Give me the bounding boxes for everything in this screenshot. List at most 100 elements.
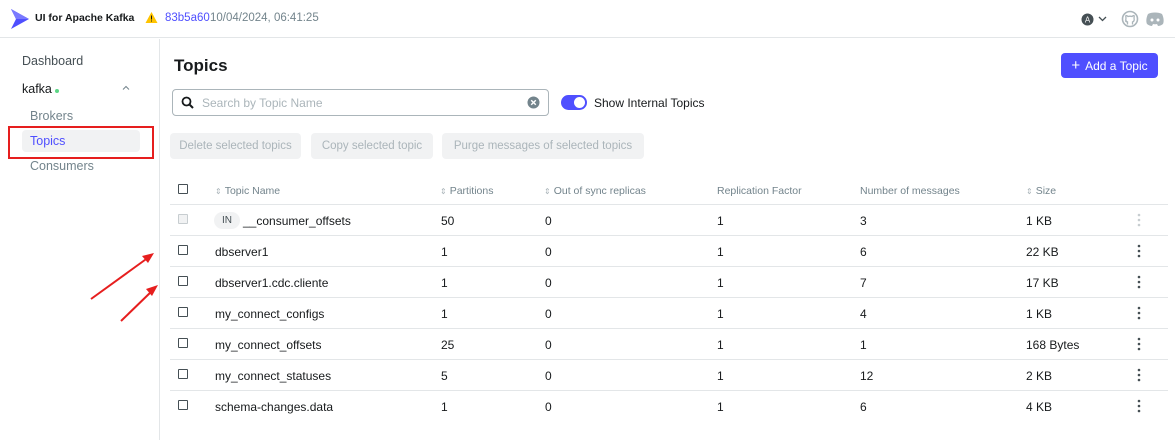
topic-name-link[interactable]: my_connect_statuses — [215, 369, 331, 383]
kafka-ui-logo-icon[interactable] — [10, 8, 30, 30]
column-label: Out of sync replicas — [553, 185, 646, 197]
messages-cell: 12 — [860, 369, 874, 383]
table-row[interactable]: dbserver1 1 0 1 6 22 KB — [170, 236, 1168, 267]
more-actions-icon[interactable] — [1136, 274, 1142, 290]
chevron-down-icon — [1098, 16, 1107, 22]
messages-cell: 4 — [860, 307, 867, 321]
topic-name-link[interactable]: my_connect_offsets — [215, 338, 322, 352]
topic-name-link[interactable]: schema-changes.data — [215, 400, 333, 414]
sidebar-item-brokers[interactable]: Brokers — [30, 109, 73, 123]
topic-name-link[interactable]: my_connect_configs — [215, 307, 324, 321]
github-icon[interactable] — [1121, 10, 1139, 28]
partitions-cell: 1 — [441, 307, 448, 321]
chevron-up-icon[interactable] — [121, 83, 131, 93]
user-avatar-icon: A — [1081, 13, 1094, 25]
size-cell: 1 KB — [1026, 307, 1053, 321]
commit-link[interactable]: 83b5a60 — [165, 12, 210, 24]
row-checkbox[interactable] — [178, 338, 188, 348]
size-cell: 1 KB — [1026, 214, 1053, 228]
topic-search-box — [172, 89, 549, 116]
partitions-cell: 1 — [441, 400, 448, 414]
replication-cell: 1 — [717, 307, 724, 321]
delete-selected-topics-button[interactable]: Delete selected topics — [170, 133, 301, 159]
copy-selected-topic-button[interactable]: Copy selected topic — [311, 133, 433, 159]
topics-table: ⇕ Topic Name ⇕ Partitions ⇕ Out of sync rep… — [170, 174, 1168, 422]
plus-icon: + — [1071, 56, 1081, 74]
show-internal-topics-label: Show Internal Topics — [594, 96, 705, 110]
partitions-cell: 50 — [441, 214, 455, 228]
replication-cell: 1 — [717, 214, 724, 228]
column-header-messages: Number of messages — [860, 185, 960, 197]
out-of-sync-cell: 0 — [545, 214, 552, 228]
row-checkbox[interactable] — [178, 400, 188, 410]
select-all-checkbox[interactable] — [178, 184, 188, 194]
size-cell: 2 KB — [1026, 369, 1053, 383]
sidebar-cluster-kafka[interactable]: kafka — [22, 82, 52, 96]
table-row[interactable]: my_connect_configs 1 0 1 4 1 KB — [170, 298, 1168, 329]
replication-cell: 1 — [717, 276, 724, 290]
search-icon — [181, 96, 194, 109]
toggle-knob — [574, 97, 585, 108]
column-label: Partitions — [449, 185, 494, 197]
column-label: Topic Name — [224, 185, 281, 197]
column-header-replication-factor: Replication Factor — [717, 185, 802, 197]
show-internal-topics-toggle[interactable] — [561, 95, 587, 110]
more-actions-icon[interactable] — [1136, 243, 1142, 259]
app-title[interactable]: UI for Apache Kafka — [35, 12, 134, 24]
partitions-cell: 1 — [441, 276, 448, 290]
row-checkbox[interactable] — [178, 276, 188, 286]
add-topic-button[interactable]: + Add a Topic — [1061, 53, 1158, 78]
more-actions-icon[interactable] — [1136, 367, 1142, 383]
more-actions-icon[interactable] — [1136, 336, 1142, 352]
row-checkbox[interactable] — [178, 245, 188, 255]
sidebar-item-dashboard[interactable]: Dashboard — [22, 54, 83, 68]
topic-name-link[interactable]: __consumer_offsets — [243, 214, 351, 228]
partitions-cell: 25 — [441, 338, 455, 352]
out-of-sync-cell: 0 — [545, 369, 552, 383]
replication-cell: 1 — [717, 400, 724, 414]
commit-date: 10/04/2024, 06:41:25 — [210, 12, 319, 24]
row-checkbox[interactable] — [178, 369, 188, 379]
discord-icon[interactable] — [1145, 11, 1165, 27]
size-cell: 22 KB — [1026, 245, 1059, 259]
sort-icon: ⇕ — [215, 187, 222, 196]
table-row[interactable]: IN __consumer_offsets 50 0 1 3 1 KB — [170, 205, 1168, 236]
out-of-sync-cell: 0 — [545, 245, 552, 259]
more-actions-icon[interactable] — [1136, 305, 1142, 321]
column-header-partitions[interactable]: ⇕ Partitions — [440, 185, 493, 197]
messages-cell: 3 — [860, 214, 867, 228]
topic-name-link[interactable]: dbserver1.cdc.cliente — [215, 276, 328, 290]
table-row[interactable]: my_connect_offsets 25 0 1 1 168 Bytes — [170, 329, 1168, 360]
partitions-cell: 5 — [441, 369, 448, 383]
user-menu[interactable]: A — [1081, 11, 1111, 27]
messages-cell: 6 — [860, 400, 867, 414]
table-row[interactable]: schema-changes.data 1 0 1 6 4 KB — [170, 391, 1168, 422]
messages-cell: 6 — [860, 245, 867, 259]
out-of-sync-cell: 0 — [545, 338, 552, 352]
column-header-out-of-sync[interactable]: ⇕ Out of sync replicas — [544, 185, 646, 197]
topic-name-link[interactable]: dbserver1 — [215, 245, 268, 259]
sidebar: Dashboard kafka Brokers Topics Consumers — [0, 39, 160, 440]
replication-cell: 1 — [717, 338, 724, 352]
table-row[interactable]: dbserver1.cdc.cliente 1 0 1 7 17 KB — [170, 267, 1168, 298]
search-input[interactable] — [202, 94, 522, 112]
internal-badge: IN — [214, 212, 240, 229]
more-actions-icon — [1137, 213, 1141, 227]
page-title: Topics — [174, 56, 228, 75]
column-header-size[interactable]: ⇕ Size — [1026, 185, 1056, 197]
size-cell: 168 Bytes — [1026, 338, 1080, 352]
sidebar-item-consumers[interactable]: Consumers — [30, 159, 94, 173]
row-checkbox[interactable] — [178, 307, 188, 317]
warning-icon[interactable] — [145, 11, 158, 24]
sort-icon: ⇕ — [440, 187, 447, 196]
top-bar: UI for Apache Kafka 83b5a60 10/04/2024, … — [0, 0, 1175, 38]
more-actions-icon[interactable] — [1136, 398, 1142, 414]
svg-text:A: A — [1085, 15, 1091, 24]
partitions-cell: 1 — [441, 245, 448, 259]
replication-cell: 1 — [717, 369, 724, 383]
out-of-sync-cell: 0 — [545, 276, 552, 290]
table-row[interactable]: my_connect_statuses 5 0 1 12 2 KB — [170, 360, 1168, 391]
clear-search-icon[interactable] — [527, 96, 540, 109]
purge-messages-button[interactable]: Purge messages of selected topics — [442, 133, 644, 159]
column-header-topic-name[interactable]: ⇕ Topic Name — [215, 185, 280, 197]
